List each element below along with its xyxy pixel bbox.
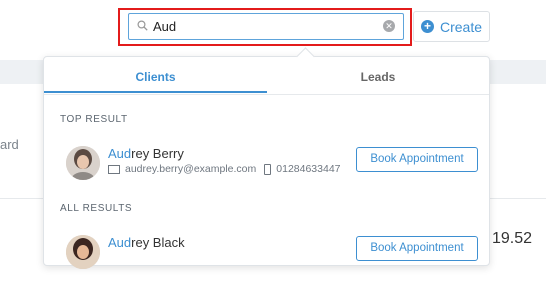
- result-name[interactable]: Audrey Berry: [108, 146, 184, 161]
- all-results-heading: ALL RESULTS: [60, 203, 133, 214]
- tab-leads[interactable]: Leads: [267, 57, 489, 93]
- search-box[interactable]: ✕: [128, 13, 404, 40]
- top-result-heading: TOP RESULT: [60, 114, 128, 125]
- list-item[interactable]: Audrey Black Book Appointment: [44, 235, 489, 285]
- avatar: [66, 235, 100, 269]
- tab-clients[interactable]: Clients: [44, 57, 267, 93]
- search-icon: [137, 20, 148, 31]
- list-item[interactable]: Audrey Berry audrey.berry@example.com 01…: [44, 146, 489, 196]
- results-tabs: Clients Leads: [44, 57, 489, 95]
- background-amount-fragment: 19.52: [492, 230, 533, 247]
- contact-info: audrey.berry@example.com 01284633447: [108, 163, 341, 175]
- book-appointment-button[interactable]: Book Appointment: [356, 236, 478, 261]
- clear-icon[interactable]: ✕: [383, 20, 395, 32]
- search-input[interactable]: [153, 17, 378, 36]
- create-button[interactable]: + Create: [413, 11, 490, 42]
- phone-icon: [264, 163, 272, 175]
- result-phone: 01284633447: [276, 163, 341, 175]
- result-name[interactable]: Audrey Black: [108, 235, 185, 250]
- mail-icon: [108, 164, 120, 174]
- result-email: audrey.berry@example.com: [125, 163, 257, 175]
- search-results-dropdown: Clients Leads TOP RESULT Audrey Berry au…: [43, 47, 490, 269]
- book-appointment-button[interactable]: Book Appointment: [356, 147, 478, 172]
- plus-circle-icon: +: [420, 20, 434, 33]
- background-text-fragment: ard: [0, 137, 19, 152]
- create-label: Create: [439, 18, 483, 35]
- avatar: [66, 146, 100, 180]
